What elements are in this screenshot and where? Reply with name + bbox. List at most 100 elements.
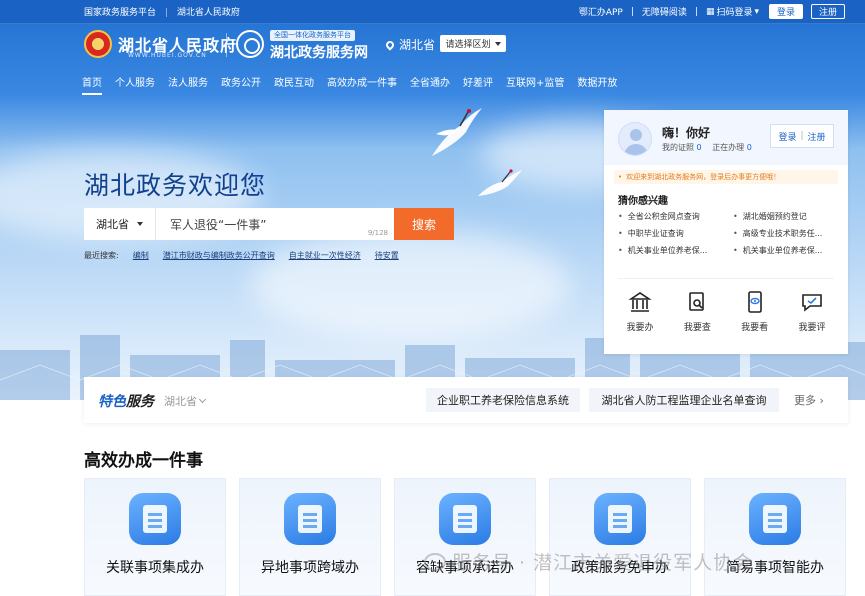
char-count: 9/128 <box>367 229 388 237</box>
quick-action-label: 我要看 <box>741 323 769 333</box>
feature-title: 特色服务 <box>98 391 154 411</box>
nav-item-interaction[interactable]: 政民互动 <box>274 74 314 95</box>
chevron-down-icon <box>494 41 501 46</box>
feature-item[interactable]: 湖北省人防工程监理企业名单查询 <box>589 388 779 412</box>
user-stats: 我的证照 0 正在办理 0 <box>662 142 760 153</box>
user-panel: 嗨！你好 我的证照 0 正在办理 0 登录 | 注册 • 欢迎来到湖北政务服务网… <box>604 110 848 354</box>
province-select[interactable]: 湖北省 <box>84 208 156 240</box>
user-panel-header: 嗨！你好 我的证照 0 正在办理 0 登录 | 注册 <box>604 110 848 165</box>
service-logo-icon[interactable] <box>236 30 264 58</box>
nav-item-open-data[interactable]: 数据开放 <box>577 74 617 95</box>
quick-action-rate[interactable]: 我要评 <box>786 290 838 333</box>
login-notice: • 欢迎来到湖北政务服务网，登录后办事更方便哦！ <box>614 170 838 184</box>
phone-eye-icon <box>747 291 762 313</box>
top-link-hubei-gov[interactable]: 湖北省人民政府 <box>177 8 240 18</box>
quick-actions: 我要办 我要查 我要看 我要评 <box>614 290 838 333</box>
top-link-scan-login[interactable]: 扫码登录 <box>716 5 752 18</box>
recent-search-item[interactable]: 编制 <box>133 250 149 261</box>
doing-label: 正在办理 <box>712 143 745 152</box>
panel-auth: 登录 | 注册 <box>770 124 834 148</box>
login-button[interactable]: 登录 <box>769 4 803 19</box>
chat-rating-icon <box>802 294 822 312</box>
region-select[interactable]: 请选择区划 <box>440 35 506 52</box>
quick-action-query[interactable]: 我要查 <box>671 290 723 333</box>
watermark: 服务号 · 潜江市关爱退役军人协会 <box>452 552 754 574</box>
guess-item[interactable]: 机关事业单位养老保... <box>733 245 838 256</box>
service-card[interactable]: 政策服务免申办 <box>549 478 691 596</box>
nav-item-personal[interactable]: 个人服务 <box>115 74 155 95</box>
doing-count[interactable]: 0 <box>747 143 752 152</box>
feature-item[interactable]: 企业职工养老保险信息系统 <box>426 388 580 412</box>
recent-search-item[interactable]: 潜江市财政与编制政务公开查询 <box>163 250 275 261</box>
guess-item[interactable]: 高级专业技术职务任... <box>733 228 838 239</box>
separator: | <box>630 6 634 17</box>
service-card[interactable]: 异地事项跨域办 <box>239 478 381 596</box>
feature-title-a: 特色 <box>98 394 126 410</box>
section-title: 高效办成一件事 <box>84 451 203 471</box>
feature-province-label: 湖北省 <box>164 395 197 408</box>
search-input-wrap: 9/128 <box>156 208 394 240</box>
bullet-icon: • <box>618 173 623 181</box>
location-label: 湖北省 <box>399 38 436 52</box>
province-select-label: 湖北省 <box>96 218 129 231</box>
feature-title-b: 服务 <box>126 394 154 410</box>
nav-item-gov-open[interactable]: 政务公开 <box>221 74 261 95</box>
document-search-icon <box>689 292 705 311</box>
cert-label: 我的证照 <box>662 143 694 152</box>
chevron-down-icon <box>198 395 207 404</box>
chevron-down-icon: ▾ <box>754 6 759 17</box>
quick-action-label: 我要办 <box>626 323 654 333</box>
avatar[interactable] <box>618 122 652 156</box>
separator: | <box>164 8 168 18</box>
top-bar: 国家政务服务平台 | 湖北省人民政府 鄂汇办APP | 无障碍阅读 | ▦ 扫码… <box>0 0 865 24</box>
feature-province-select[interactable]: 湖北省 <box>164 393 207 409</box>
quick-action-label: 我要评 <box>798 323 826 333</box>
guess-item[interactable]: 机关事业单位养老保... <box>618 245 733 256</box>
separator: | <box>800 131 804 141</box>
register-button[interactable]: 注册 <box>811 4 845 19</box>
crane-illustration <box>432 108 482 156</box>
service-card[interactable]: 关联事项集成办 <box>84 478 226 596</box>
top-link-app[interactable]: 鄂汇办APP <box>579 5 623 18</box>
nav-item-legal-person[interactable]: 法人服务 <box>168 74 208 95</box>
guess-item[interactable]: 全省公积金网点查询 <box>618 211 733 222</box>
search-button[interactable]: 搜索 <box>394 208 454 240</box>
region-select-label: 请选择区划 <box>445 40 491 50</box>
building-icon <box>628 292 652 312</box>
shield-document-icon <box>439 493 491 545</box>
top-link-national-platform[interactable]: 国家政务服务平台 <box>84 8 156 18</box>
divider <box>618 278 834 279</box>
nav-item-home[interactable]: 首页 <box>82 74 102 95</box>
service-name[interactable]: 湖北政务服务网 <box>270 42 368 62</box>
policy-document-icon <box>594 493 646 545</box>
crane-illustration <box>478 169 522 196</box>
guess-item[interactable]: 湖北婚姻预约登记 <box>733 211 838 222</box>
quick-action-view[interactable]: 我要看 <box>729 290 781 333</box>
more-link[interactable]: 更多 › <box>794 392 824 408</box>
recent-search-item[interactable]: 自主就业一次性经济 <box>289 250 361 261</box>
nav-item-province-wide[interactable]: 全省通办 <box>410 74 450 95</box>
gov-url: WWW.HUBEI.GOV.CN <box>128 52 207 59</box>
service-card[interactable]: 容缺事项承诺办 <box>394 478 536 596</box>
cert-count[interactable]: 0 <box>697 143 702 152</box>
guess-list: 全省公积金网点查询 湖北婚姻预约登记 中职毕业证查询 高级专业技术职务任... … <box>618 211 838 256</box>
guess-item[interactable]: 中职毕业证查询 <box>618 228 733 239</box>
recent-search-item[interactable]: 待安置 <box>375 250 399 261</box>
nav-item-rating[interactable]: 好差评 <box>463 74 493 95</box>
related-items-icon <box>129 493 181 545</box>
nav-item-one-thing[interactable]: 高效办成一件事 <box>327 74 397 95</box>
service-tag: 全国一体化政务服务平台 <box>270 30 355 41</box>
top-link-accessibility[interactable]: 无障碍阅读 <box>642 5 687 18</box>
quick-action-do[interactable]: 我要办 <box>614 290 666 333</box>
service-card[interactable]: 简易事项智能办 <box>704 478 846 596</box>
location-pin-icon <box>384 38 396 51</box>
notice-text: 欢迎来到湖北政务服务网，登录后办事更方便哦！ <box>626 173 781 181</box>
panel-register-button[interactable]: 注册 <box>808 130 826 143</box>
panel-login-button[interactable]: 登录 <box>778 130 796 143</box>
nav-item-supervision[interactable]: 互联网+监管 <box>506 74 564 95</box>
recent-searches: 最近搜索: 编制 潜江市财政与编制政务公开查询 自主就业一次性经济 待安置 <box>84 250 413 261</box>
national-emblem-icon[interactable] <box>84 30 112 58</box>
service-card-label: 关联事项集成办 <box>106 560 204 576</box>
search-bar: 湖北省 9/128 搜索 <box>84 208 454 240</box>
search-input[interactable] <box>156 208 394 240</box>
